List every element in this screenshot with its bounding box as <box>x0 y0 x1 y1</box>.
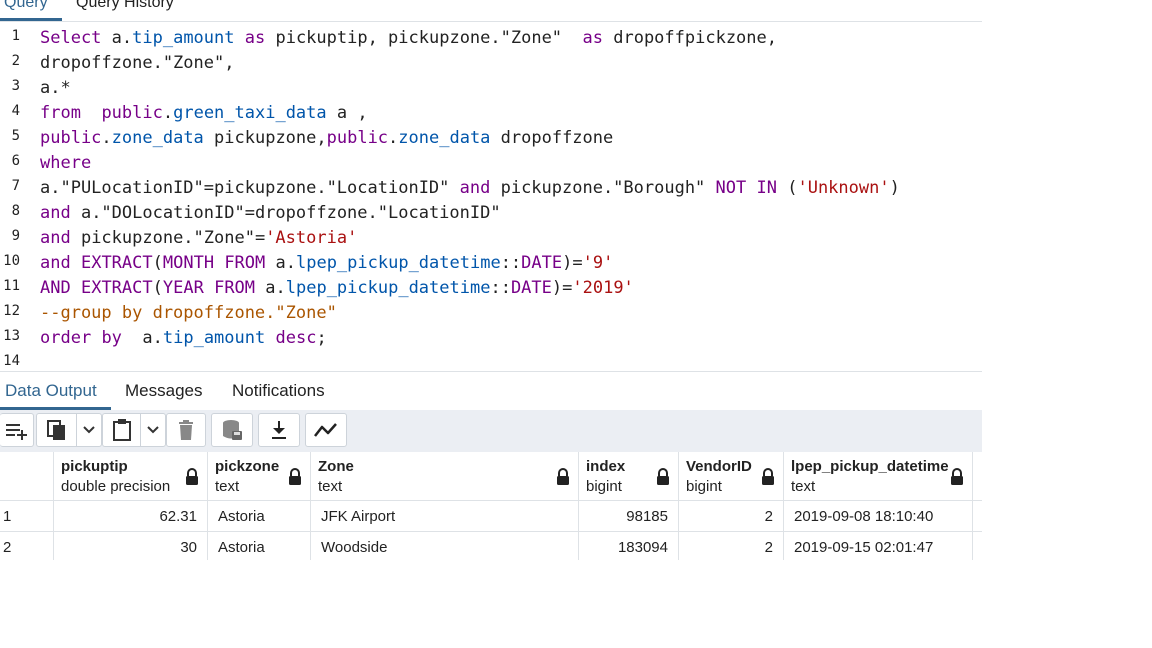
table-cell[interactable]: Woodside <box>311 532 579 560</box>
code-line[interactable]: a."PULocationID"=pickupzone."LocationID"… <box>40 176 900 201</box>
tab-notifications[interactable]: Notifications <box>232 381 325 401</box>
add-row-button[interactable] <box>0 413 34 447</box>
tab-data-output[interactable]: Data Output <box>5 381 97 401</box>
column-header[interactable]: pickuptip double precision <box>54 452 208 501</box>
column-name: pickzone <box>215 458 280 475</box>
delete-icon <box>179 420 193 440</box>
column-name: lpep_pickup_datetime <box>791 458 949 475</box>
row-number[interactable]: 1 <box>0 501 54 532</box>
table-cell[interactable]: 2 <box>679 501 784 532</box>
table-cell-partial[interactable] <box>973 501 982 532</box>
table-cell[interactable]: JFK Airport <box>311 501 579 532</box>
code-line[interactable]: and a."DOLocationID"=dropoffzone."Locati… <box>40 201 501 226</box>
sql-editor[interactable]: 1 2 3 4 5 6 7 8 9 10 11 12 13 14 Select … <box>0 22 982 371</box>
column-type: text <box>791 478 816 495</box>
line-number: 9 <box>11 228 20 244</box>
column-name: VendorID <box>686 458 752 475</box>
code-line[interactable]: Select a.tip_amount as pickuptip, pickup… <box>40 26 777 51</box>
table-cell[interactable]: Astoria <box>208 501 311 532</box>
copy-options-dropdown[interactable] <box>76 413 102 447</box>
column-type: bigint <box>586 478 622 495</box>
result-tabs: Data Output Messages Notifications <box>0 371 982 411</box>
code-line[interactable]: and pickupzone."Zone"='Astoria' <box>40 226 357 251</box>
table-cell[interactable]: 62.31 <box>54 501 208 532</box>
column-name: Zone <box>318 458 354 475</box>
line-number: 2 <box>11 53 20 69</box>
query-tool: Query Query History 1 2 3 4 5 6 7 8 9 10… <box>0 0 982 560</box>
line-number: 10 <box>3 253 20 269</box>
copy-button[interactable] <box>36 413 76 447</box>
column-name: pickuptip <box>61 458 128 475</box>
data-output-grid: pickuptip double precision pickzone text… <box>0 452 982 560</box>
code-line[interactable]: AND EXTRACT(YEAR FROM a.lpep_pickup_date… <box>40 276 634 301</box>
code-line[interactable]: and EXTRACT(MONTH FROM a.lpep_pickup_dat… <box>40 251 613 276</box>
table-cell[interactable]: 2019-09-15 02:01:47 <box>784 532 973 560</box>
column-header[interactable]: lpep_pickup_datetime text <box>784 452 973 501</box>
code-line[interactable]: where <box>40 151 91 176</box>
line-number: 12 <box>3 303 20 319</box>
copy-icon <box>46 420 65 440</box>
column-type: bigint <box>686 478 722 495</box>
paste-options-dropdown[interactable] <box>140 413 166 447</box>
column-type: double precision <box>61 478 171 495</box>
lock-icon <box>657 468 669 485</box>
delete-row-button[interactable] <box>166 413 206 447</box>
chevron-down-icon <box>147 426 159 434</box>
tab-query[interactable]: Query <box>4 0 48 12</box>
row-number[interactable]: 2 <box>0 532 54 560</box>
line-number: 7 <box>11 178 20 194</box>
tab-query-history[interactable]: Query History <box>76 0 174 12</box>
lock-icon <box>951 468 963 485</box>
save-data-button[interactable] <box>211 413 253 447</box>
lock-icon <box>762 468 774 485</box>
download-button[interactable] <box>258 413 300 447</box>
column-type: text <box>215 478 240 495</box>
line-number: 4 <box>11 103 20 119</box>
graph-visualiser-button[interactable] <box>305 413 347 447</box>
paste-button[interactable] <box>102 413 140 447</box>
code-line[interactable]: dropoffzone."Zone", <box>40 51 234 76</box>
table-cell[interactable]: Astoria <box>208 532 311 560</box>
line-number: 5 <box>11 128 20 144</box>
line-number: 13 <box>3 328 20 344</box>
line-number: 11 <box>3 278 20 294</box>
save-data-icon <box>223 420 242 440</box>
row-number-header <box>0 452 54 501</box>
table-cell[interactable]: 2 <box>679 532 784 560</box>
chevron-down-icon <box>83 426 95 434</box>
table-cell[interactable]: 98185 <box>579 501 679 532</box>
table-cell[interactable]: 183094 <box>579 532 679 560</box>
column-name: index <box>586 458 626 475</box>
graph-icon <box>314 423 337 437</box>
code-line[interactable]: a.* <box>40 76 71 101</box>
code-line[interactable]: order by a.tip_amount desc; <box>40 326 327 351</box>
tab-messages[interactable]: Messages <box>125 381 202 401</box>
table-cell[interactable]: 30 <box>54 532 208 560</box>
add-row-icon <box>5 424 27 440</box>
paste-icon <box>112 419 131 441</box>
data-output-toolbar <box>0 410 982 453</box>
line-number: 8 <box>11 203 20 219</box>
column-type: text <box>318 478 343 495</box>
code-line[interactable]: from public.green_taxi_data a , <box>40 101 368 126</box>
table-cell-partial[interactable] <box>973 532 982 560</box>
column-header-partial[interactable] <box>973 452 982 501</box>
column-header[interactable]: VendorID bigint <box>679 452 784 501</box>
active-tab-indicator <box>0 18 62 21</box>
lock-icon <box>289 468 301 485</box>
line-number: 3 <box>11 78 20 94</box>
line-number: 1 <box>11 28 20 44</box>
column-header[interactable]: index bigint <box>579 452 679 501</box>
code-line[interactable]: public.zone_data pickupzone,public.zone_… <box>40 126 613 151</box>
line-number: 6 <box>11 153 20 169</box>
code-line[interactable]: --group by dropoffzone."Zone" <box>40 301 337 326</box>
line-number-gutter: 1 2 3 4 5 6 7 8 9 10 11 12 13 14 <box>0 22 32 371</box>
download-icon <box>272 421 286 439</box>
column-header[interactable]: Zone text <box>311 452 579 501</box>
table-cell[interactable]: 2019-09-08 18:10:40 <box>784 501 973 532</box>
query-tabs: Query Query History <box>0 0 982 22</box>
column-header[interactable]: pickzone text <box>208 452 311 501</box>
lock-icon <box>186 468 198 485</box>
lock-icon <box>557 468 569 485</box>
